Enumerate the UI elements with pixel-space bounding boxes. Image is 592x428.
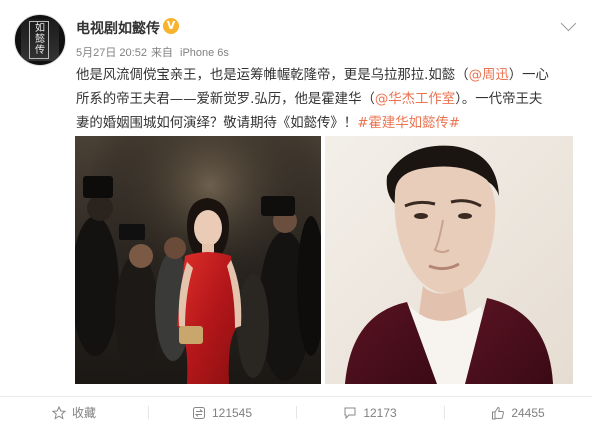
- mention-zhouxun[interactable]: @周迅: [469, 68, 509, 83]
- verified-icon: V: [163, 18, 179, 34]
- photo-portrait[interactable]: [325, 136, 573, 384]
- author-name[interactable]: 电视剧如懿传: [76, 18, 160, 38]
- post-date[interactable]: 5月27日 20:52: [76, 47, 147, 59]
- favorite-button[interactable]: 收藏: [0, 397, 148, 428]
- post-text-line1b: ）一心: [508, 68, 549, 83]
- avatar[interactable]: 如懿传: [14, 14, 66, 66]
- like-button[interactable]: 24455: [444, 397, 592, 428]
- comment-count: 12173: [363, 405, 397, 420]
- favorite-label: 收藏: [71, 406, 96, 420]
- action-bar: 收藏 121545 12173 24455: [0, 397, 592, 428]
- post-text-line3a: 妻的婚姻围城如何演绎？敬请期待《如懿传》！: [76, 116, 358, 131]
- avatar-logo-text: 如懿传: [35, 23, 45, 56]
- comment-button[interactable]: 12173: [296, 397, 444, 428]
- photo-red-dress-art: [75, 136, 321, 384]
- repost-count: 121545: [211, 405, 253, 420]
- chevron-down-icon[interactable]: [560, 15, 577, 32]
- mention-huajie-studio[interactable]: @华杰工作室: [375, 92, 455, 107]
- repost-icon: [192, 406, 205, 419]
- post-source[interactable]: iPhone 6s: [180, 47, 229, 59]
- hashtag-link[interactable]: #霍建华如懿传#: [357, 116, 460, 131]
- post-text: 他是风流倜傥宝亲王，也是运筹帷幄乾隆帝，更是乌拉那拉.如懿（@周迅）一心 所系的…: [76, 64, 576, 136]
- post-text-line1a: 他是风流倜傥宝亲王，也是运筹帷幄乾隆帝，更是乌拉那拉.如懿（: [76, 68, 469, 83]
- post-text-line2b: ）。一代帝王夫: [455, 92, 543, 107]
- like-count: 24455: [511, 405, 545, 420]
- star-icon: [51, 405, 66, 420]
- thumbs-up-icon: [492, 406, 505, 419]
- comment-icon: [344, 407, 356, 419]
- post-text-line2a: 所系的帝王夫君——爱新觉罗.弘历，他是霍建华（: [76, 92, 375, 107]
- post-meta: 5月27日 20:52 来自 iPhone 6s: [76, 44, 233, 60]
- photo-portrait-art: [325, 136, 573, 384]
- repost-button[interactable]: 121545: [148, 397, 296, 428]
- source-prefix: 来自: [150, 47, 173, 59]
- weibo-post-card: 如懿传 电视剧如懿传 V 5月27日 20:52 来自 iPhone 6s 他是风…: [0, 0, 592, 428]
- photo-grid: [75, 136, 573, 384]
- photo-red-dress[interactable]: [75, 136, 321, 384]
